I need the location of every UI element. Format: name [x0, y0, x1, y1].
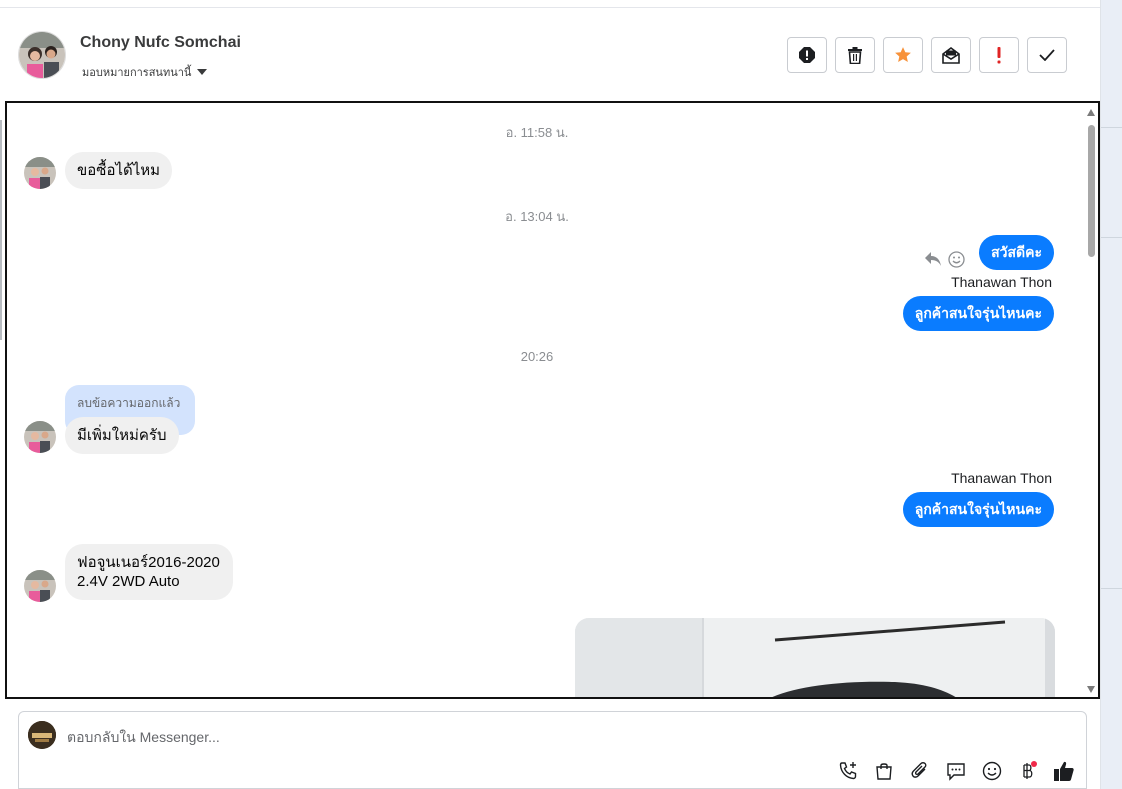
assign-conversation-dropdown[interactable]: มอบหมายการสนทนานี้: [82, 63, 208, 81]
chevron-down-icon: [197, 69, 208, 75]
thumbs-up-icon: [1054, 761, 1074, 781]
divider: [1101, 127, 1122, 128]
divider: [1101, 237, 1122, 238]
reply-input[interactable]: ตอบกลับใน Messenger...: [67, 727, 220, 749]
shopping-bag-icon: [876, 763, 892, 780]
outgoing-message[interactable]: สวัสดีคะ: [979, 235, 1054, 270]
contact-photo-icon: [24, 570, 56, 602]
scroll-thumb[interactable]: [1088, 125, 1095, 257]
payment-button[interactable]: [1017, 760, 1039, 782]
left-panel-edge: [0, 120, 2, 340]
attach-button[interactable]: [909, 760, 931, 782]
exclamation-circle-icon: [799, 47, 815, 63]
contact-photo-icon: [24, 421, 56, 453]
outgoing-message[interactable]: ลูกค้าสนใจรุ่นไหนคะ: [902, 296, 1054, 331]
phone-plus-icon: [839, 762, 857, 780]
contact-name: Chony Nufc Somchai: [80, 34, 241, 51]
avatar: [24, 157, 56, 189]
message-composer: ตอบกลับใน Messenger...: [18, 711, 1087, 789]
message-thread[interactable]: อ. 11:58 น. ขอซื้อได้ไหม อ. 13:04 น. สวั…: [5, 101, 1100, 699]
like-button[interactable]: [1053, 760, 1075, 782]
done-button[interactable]: [1027, 37, 1067, 73]
star-button[interactable]: [883, 37, 923, 73]
divider: [1101, 588, 1122, 589]
emoji-button[interactable]: [981, 760, 1003, 782]
star-icon: [895, 47, 911, 62]
report-button[interactable]: [787, 37, 827, 73]
timestamp: อ. 13:04 น.: [505, 209, 569, 224]
sender-name: Thanawan Thon: [951, 274, 1052, 290]
assign-label: มอบหมายการสนทนานี้: [82, 67, 192, 79]
mark-unread-button[interactable]: [931, 37, 971, 73]
emoji-react-icon[interactable]: [948, 251, 965, 268]
notification-badge: [1031, 761, 1037, 767]
call-button[interactable]: [837, 760, 859, 782]
car-photo-icon: [575, 618, 1055, 697]
messenger-inbox-app: Chony Nufc Somchai มอบหมายการสนทนานี้ อ.…: [0, 0, 1122, 789]
saved-replies-button[interactable]: [945, 760, 967, 782]
page-logo-icon: [28, 721, 56, 749]
scroll-up-arrow-icon[interactable]: [1087, 109, 1095, 116]
exclamation-icon: [997, 46, 1001, 63]
shop-button[interactable]: [873, 760, 895, 782]
check-icon: [1039, 49, 1055, 61]
important-button[interactable]: [979, 37, 1019, 73]
incoming-message[interactable]: ขอซื้อได้ไหม: [65, 152, 173, 189]
right-panel-edge: [1100, 0, 1122, 789]
page-avatar: [28, 721, 56, 749]
scroll-down-arrow-icon[interactable]: [1087, 686, 1095, 693]
message-line: ฟอจูนเนอร์2016-2020: [77, 554, 220, 571]
contact-avatar[interactable]: [18, 31, 66, 79]
envelope-icon: [942, 46, 960, 64]
reply-icon[interactable]: [924, 250, 942, 268]
incoming-message[interactable]: ฟอจูนเนอร์2016-2020 2.4V 2WD Auto: [65, 544, 233, 600]
message-line: 2.4V 2WD Auto: [77, 573, 180, 590]
avatar: [24, 421, 56, 453]
baht-icon: [1023, 761, 1037, 779]
delete-button[interactable]: [835, 37, 875, 73]
paperclip-icon: [911, 762, 927, 778]
conversation-header: Chony Nufc Somchai มอบหมายการสนทนานี้: [0, 8, 1100, 100]
thread-scrollbar[interactable]: [1086, 109, 1096, 693]
trash-icon: [848, 46, 862, 64]
timestamp: 20:26: [520, 349, 554, 364]
outgoing-message[interactable]: ลูกค้าสนใจรุ่นไหนคะ: [902, 492, 1054, 527]
chat-bubble-icon: [947, 763, 965, 781]
contact-photo-icon: [24, 157, 56, 189]
avatar: [24, 570, 56, 602]
incoming-message[interactable]: มีเพิ่มใหม่ครับ: [65, 417, 179, 454]
image-attachment[interactable]: [575, 618, 1055, 697]
emoji-icon: [982, 761, 1002, 781]
contact-photo-icon: [19, 32, 65, 78]
timestamp: อ. 11:58 น.: [505, 125, 569, 140]
sender-name: Thanawan Thon: [951, 470, 1052, 486]
